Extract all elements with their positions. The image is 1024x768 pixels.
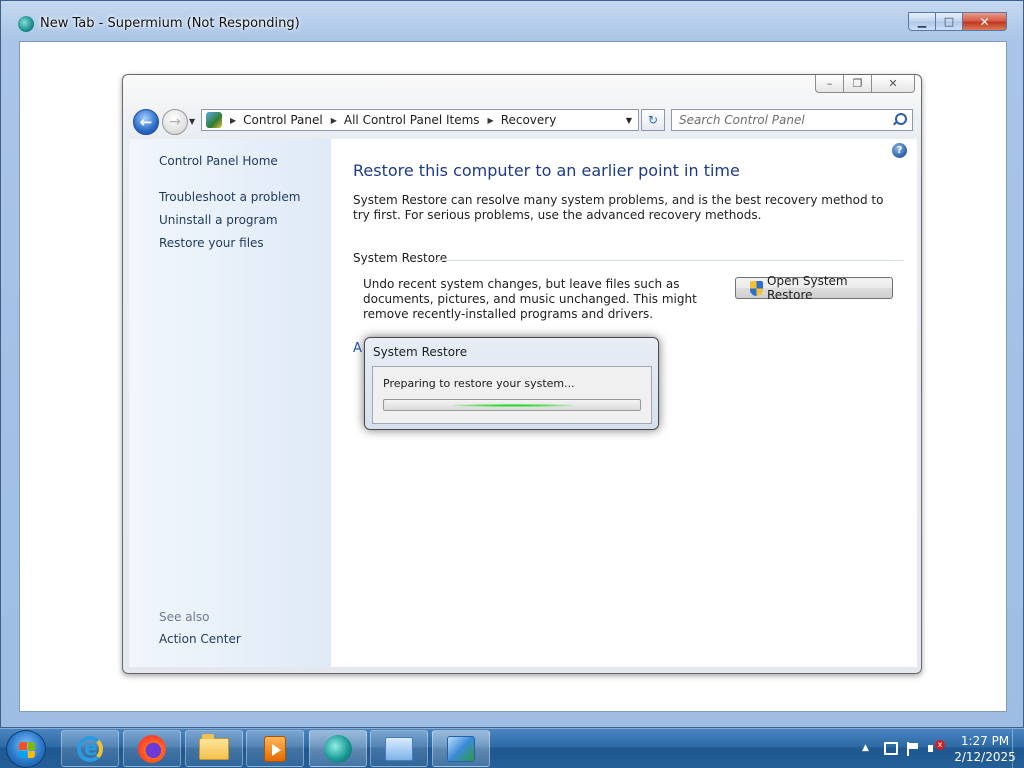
minimize-icon: ▁ xyxy=(917,15,927,28)
windows-logo-icon xyxy=(19,742,35,758)
help-icon[interactable]: ? xyxy=(892,143,907,158)
dialog-body: Preparing to restore your system... xyxy=(372,366,652,424)
address-dropdown-icon[interactable]: ▼ xyxy=(620,110,638,130)
taskbar: ▲ 1:27 PM 2/12/2025 xyxy=(0,728,1024,768)
refresh-icon: ↻ xyxy=(647,113,659,127)
advanced-recovery-link[interactable]: A xyxy=(353,341,362,356)
forward-button[interactable]: → xyxy=(162,109,188,135)
clock-date: 2/12/2025 xyxy=(954,750,1016,764)
clock[interactable]: 1:27 PM 2/12/2025 xyxy=(952,733,1018,765)
cp-caption-buttons: – ❐ ✕ xyxy=(815,75,915,93)
breadcrumb-chevron-icon[interactable]: ▶ xyxy=(230,116,236,125)
recent-pages-dropdown[interactable]: ▼ xyxy=(189,117,195,126)
left-navigation-pane: Control Panel Home Troubleshoot a proble… xyxy=(129,139,331,667)
supermium-icon xyxy=(18,16,34,32)
maximize-icon: □ xyxy=(943,15,955,28)
cp-close-button[interactable]: ✕ xyxy=(871,75,915,93)
cpl-icon xyxy=(385,736,413,761)
network-icon[interactable] xyxy=(884,742,898,755)
page-description: System Restore can resolve many system p… xyxy=(353,193,884,222)
breadcrumb-control-panel[interactable]: Control Panel xyxy=(243,113,323,127)
show-desktop-button[interactable] xyxy=(1012,729,1024,768)
browser-titlebar[interactable]: New Tab - Supermium (Not Responding) ▁ □… xyxy=(1,1,1023,41)
restore-files-link[interactable]: Restore your files xyxy=(159,236,264,250)
search-box[interactable] xyxy=(671,109,913,131)
dialog-title: System Restore xyxy=(373,345,468,359)
ie-icon xyxy=(77,735,103,762)
firefox-icon xyxy=(138,734,166,763)
progress-marquee-glow xyxy=(453,404,573,407)
open-system-restore-button[interactable]: Open System Restore xyxy=(735,274,893,302)
close-icon: ✕ xyxy=(888,77,898,90)
search-icon[interactable] xyxy=(892,113,907,127)
show-hidden-icons-icon[interactable]: ▲ xyxy=(862,743,869,753)
taskbar-firefox-button[interactable] xyxy=(123,730,181,767)
control-panel-home-link[interactable]: Control Panel Home xyxy=(159,154,278,168)
start-button[interactable] xyxy=(6,730,46,768)
back-arrow-icon: ← xyxy=(139,113,153,131)
supermium-icon xyxy=(324,734,352,763)
action-center-flag-icon[interactable] xyxy=(906,742,920,756)
refresh-button[interactable]: ↻ xyxy=(641,109,665,131)
browser-caption-buttons: ▁ □ ✕ xyxy=(908,12,1007,31)
taskbar-control-panel-button[interactable] xyxy=(370,730,428,767)
breadcrumb-recovery[interactable]: Recovery xyxy=(501,113,557,127)
progress-bar xyxy=(383,399,641,411)
uac-shield-icon xyxy=(750,280,763,296)
minimize-button[interactable]: ▁ xyxy=(908,12,935,31)
close-icon: ✕ xyxy=(979,14,990,29)
see-also-label: See also xyxy=(159,610,210,624)
close-button[interactable]: ✕ xyxy=(962,12,1007,31)
system-restore-section-header: System Restore xyxy=(353,251,448,265)
breadcrumb-chevron-icon[interactable]: ▶ xyxy=(488,116,494,125)
taskbar-windows-explorer-button[interactable] xyxy=(185,730,243,767)
system-restore-dialog: System Restore Preparing to restore your… xyxy=(364,337,659,430)
dialog-message: Preparing to restore your system... xyxy=(383,377,575,390)
cp-maximize-button[interactable]: ❐ xyxy=(843,75,871,93)
sr-icon xyxy=(447,735,475,762)
taskbar-supermium-button[interactable] xyxy=(309,730,367,767)
cp-minimize-button[interactable]: – xyxy=(815,75,843,93)
notification-area: ▲ 1:27 PM 2/12/2025 xyxy=(834,729,1024,768)
forward-arrow-icon: → xyxy=(169,114,181,130)
breadcrumb-chevron-icon[interactable]: ▶ xyxy=(331,116,337,125)
page-title: Restore this computer to an earlier poin… xyxy=(353,161,740,180)
taskbar-system-restore-button[interactable] xyxy=(432,730,490,767)
clock-time: 1:27 PM xyxy=(960,734,1010,748)
search-input[interactable] xyxy=(679,111,892,129)
restore-icon: ❐ xyxy=(852,77,863,90)
taskbar-media-player-button[interactable] xyxy=(246,730,304,767)
breadcrumb-all-items[interactable]: All Control Panel Items xyxy=(344,113,480,127)
control-panel-icon xyxy=(206,112,222,128)
minimize-icon: – xyxy=(826,77,833,90)
troubleshoot-link[interactable]: Troubleshoot a problem xyxy=(159,190,300,204)
folder-icon xyxy=(199,733,229,760)
taskbar-internet-explorer-button[interactable] xyxy=(61,730,119,767)
media-icon xyxy=(264,735,286,762)
back-button[interactable]: ← xyxy=(133,109,159,135)
open-system-restore-label: Open System Restore xyxy=(767,274,848,302)
action-center-link[interactable]: Action Center xyxy=(159,632,241,646)
address-bar[interactable]: ▶ Control Panel ▶ All Control Panel Item… xyxy=(201,109,639,131)
system-restore-description: Undo recent system changes, but leave fi… xyxy=(363,277,697,321)
volume-muted-icon[interactable] xyxy=(928,740,945,755)
maximize-button[interactable]: □ xyxy=(935,12,962,31)
section-divider xyxy=(435,260,903,261)
uninstall-program-link[interactable]: Uninstall a program xyxy=(159,213,278,227)
browser-title: New Tab - Supermium (Not Responding) xyxy=(40,16,300,31)
